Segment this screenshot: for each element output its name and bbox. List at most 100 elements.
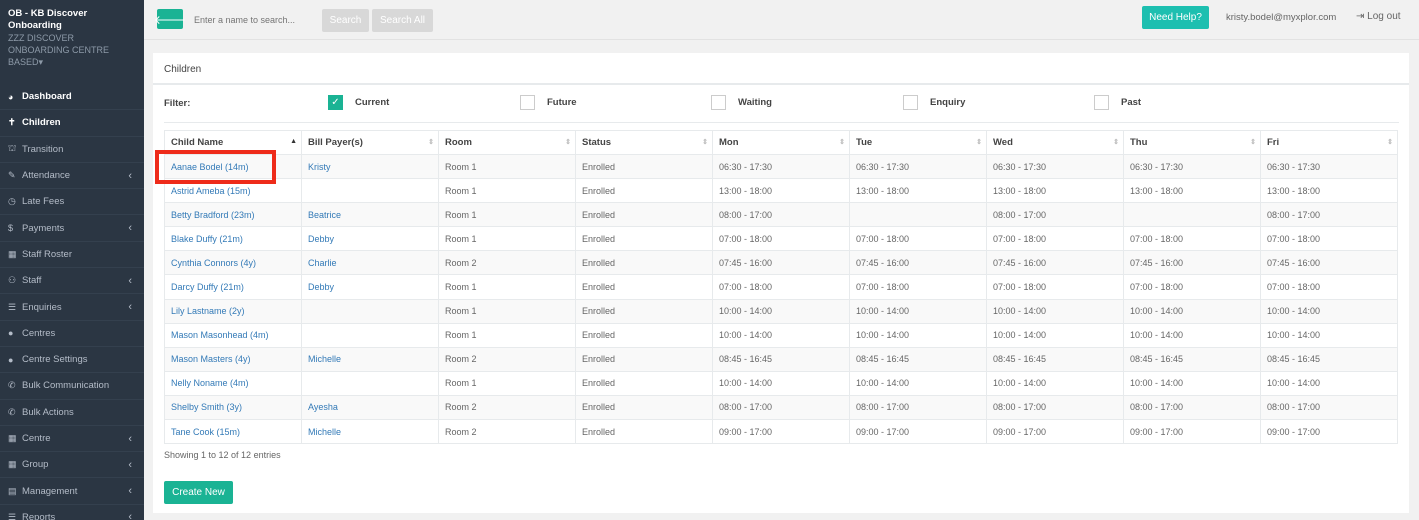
- sidebar-item-group[interactable]: ▦ Group ‹: [0, 452, 144, 479]
- centre-selector[interactable]: zzz DISCOVER ONBOARDING CENTRE BASED▾: [0, 32, 144, 68]
- table-cell: 13:00 - 18:00: [712, 178, 850, 204]
- child-name-link[interactable]: Tane Cook (15m): [171, 427, 240, 437]
- filter-waiting[interactable]: Waiting: [711, 95, 772, 110]
- child-name-link[interactable]: Blake Duffy (21m): [171, 234, 243, 244]
- sidebar-item-staff[interactable]: ⚇ Staff ‹: [0, 268, 144, 295]
- sidebar-item-transition[interactable]: ⛫ Transition: [0, 137, 144, 163]
- column-header[interactable]: Fri ⇕: [1260, 130, 1398, 155]
- checkbox[interactable]: [520, 95, 535, 110]
- bill-payer-link[interactable]: Charlie: [308, 258, 337, 268]
- column-header[interactable]: Mon ⇕: [712, 130, 850, 155]
- table-cell: Betty Bradford (23m): [164, 202, 302, 228]
- filter-label-text: Waiting: [738, 97, 772, 108]
- chevron-left-icon: ‹: [128, 432, 132, 445]
- child-name-link[interactable]: Nelly Noname (4m): [171, 378, 249, 388]
- checkbox[interactable]: ✓: [328, 95, 343, 110]
- bill-payer-link[interactable]: Michelle: [308, 354, 341, 364]
- child-name-link[interactable]: Betty Bradford (23m): [171, 210, 255, 220]
- filter-past[interactable]: Past: [1094, 95, 1141, 110]
- sidebar-item-label: Management: [22, 485, 78, 497]
- search-all-button[interactable]: Search All: [372, 9, 433, 32]
- column-header[interactable]: Wed ⇕: [986, 130, 1124, 155]
- sidebar-item-payments[interactable]: $ Payments ‹: [0, 215, 144, 242]
- edit-icon: ✎: [8, 170, 16, 181]
- sidebar-item-attendance[interactable]: ✎ Attendance ‹: [0, 163, 144, 190]
- sidebar-item-label: Dashboard: [22, 91, 72, 103]
- sidebar-item-dashboard[interactable]: ◕ Dashboard: [0, 84, 144, 111]
- table-cell: Enrolled: [575, 370, 713, 396]
- bill-payer-link[interactable]: Ayesha: [308, 402, 338, 412]
- search-button[interactable]: Search: [322, 9, 369, 32]
- table-cell: Enrolled: [575, 226, 713, 252]
- sidebar-item-centres[interactable]: ● Centres: [0, 321, 144, 347]
- table-cell: 09:00 - 17:00: [1123, 419, 1261, 445]
- table-cell: Enrolled: [575, 419, 713, 445]
- list-icon: ☰: [8, 301, 17, 312]
- column-header[interactable]: Room ⇕: [438, 130, 576, 155]
- table-cell: 10:00 - 14:00: [986, 298, 1124, 324]
- chevron-left-icon: ‹: [128, 274, 132, 287]
- bill-payer-link[interactable]: Debby: [308, 282, 334, 292]
- column-header[interactable]: Tue ⇕: [849, 130, 987, 155]
- table-cell: Ayesha: [301, 394, 439, 421]
- chevron-left-icon: ‹: [128, 222, 132, 235]
- column-header[interactable]: Status ⇕: [575, 130, 713, 155]
- table-cell: [301, 298, 439, 324]
- checkbox[interactable]: [1094, 95, 1109, 110]
- sidebar-item-bulk-communication[interactable]: ✆ Bulk Communication: [0, 373, 144, 400]
- table-cell: 07:00 - 18:00: [712, 226, 850, 252]
- filter-current[interactable]: ✓ Current: [328, 95, 389, 110]
- filter-future[interactable]: Future: [520, 95, 577, 110]
- create-new-button[interactable]: Create New: [164, 481, 233, 504]
- child-name-link[interactable]: Mason Masonhead (4m): [171, 330, 269, 340]
- centre-name[interactable]: zzz DISCOVER ONBOARDING CENTRE BASED: [8, 33, 109, 67]
- column-header[interactable]: Bill Payer(s) ⇕: [301, 130, 439, 155]
- column-header-label: Status: [582, 137, 612, 148]
- logout-label[interactable]: Log out: [1367, 11, 1400, 22]
- column-header-label: Mon: [719, 137, 739, 148]
- child-name-link[interactable]: Cynthia Connors (4y): [171, 258, 256, 268]
- table-row: Astrid Ameba (15m) Room 1 Enrolled 13:00 - …: [164, 178, 1398, 204]
- sidebar-item-management[interactable]: ▤ Management ‹: [0, 478, 144, 505]
- back-button[interactable]: 🡐: [154, 9, 186, 29]
- sidebar-item-staff-roster[interactable]: ▦ Staff Roster: [0, 242, 144, 269]
- child-name-link[interactable]: Darcy Duffy (21m): [171, 282, 244, 292]
- bill-payer-link[interactable]: Beatrice: [308, 210, 341, 220]
- table-cell: 10:00 - 14:00: [849, 322, 987, 348]
- sidebar-item-enquiries[interactable]: ☰ Enquiries ‹: [0, 294, 144, 321]
- child-name-link[interactable]: Mason Masters (4y): [171, 354, 251, 364]
- table-row: Tane Cook (15m) Michelle Room 2 Enrolled 09:…: [164, 419, 1398, 445]
- checkbox[interactable]: [711, 95, 726, 110]
- table-cell: 08:45 - 16:45: [1260, 346, 1398, 372]
- child-name-link[interactable]: Aanae Bodel (14m): [171, 162, 249, 172]
- filter-enquiry[interactable]: Enquiry: [903, 95, 965, 110]
- logout-link[interactable]: ⇥ Log out: [1356, 11, 1401, 22]
- sidebar-item-bulk-actions[interactable]: ✆ Bulk Actions: [0, 400, 144, 426]
- column-header[interactable]: Child Name ▲: [164, 130, 302, 155]
- table-cell: 08:00 - 17:00: [986, 394, 1124, 421]
- bill-payer-link[interactable]: Debby: [308, 234, 334, 244]
- child-name-link[interactable]: Shelby Smith (3y): [171, 402, 242, 412]
- column-header[interactable]: Thu ⇕: [1123, 130, 1261, 155]
- child-name-link[interactable]: Astrid Ameba (15m): [171, 186, 251, 196]
- caret-down-icon[interactable]: ▾: [39, 57, 44, 67]
- table-row: Mason Masonhead (4m) Room 1 Enrolled 10:00 …: [164, 322, 1398, 348]
- sidebar-item-label: Bulk Communication: [22, 380, 110, 392]
- sidebar-item-late-fees[interactable]: ◷ Late Fees: [0, 189, 144, 216]
- sidebar-item-reports[interactable]: ☰ Reports ‹: [0, 505, 144, 520]
- search-input[interactable]: [190, 10, 320, 30]
- table-cell: 13:00 - 18:00: [849, 178, 987, 204]
- need-help-button[interactable]: Need Help?: [1142, 6, 1209, 29]
- child-name-link[interactable]: Lily Lastname (2y): [171, 306, 245, 316]
- bill-payer-link[interactable]: Kristy: [308, 162, 331, 172]
- chevron-left-icon: ‹: [128, 485, 132, 498]
- sidebar-item-centre-settings[interactable]: ● Centre Settings: [0, 347, 144, 374]
- circle-icon: ●: [8, 328, 14, 339]
- bill-payer-link[interactable]: Michelle: [308, 427, 341, 437]
- table-cell: Room 1: [438, 274, 576, 300]
- sidebar-item-children[interactable]: ✝ Children: [0, 110, 144, 137]
- sidebar-item-label: Late Fees: [22, 196, 65, 208]
- checkbox[interactable]: [903, 95, 918, 110]
- sidebar-item-centre[interactable]: ▦ Centre ‹: [0, 426, 144, 453]
- sort-icon: ⇕: [565, 139, 571, 146]
